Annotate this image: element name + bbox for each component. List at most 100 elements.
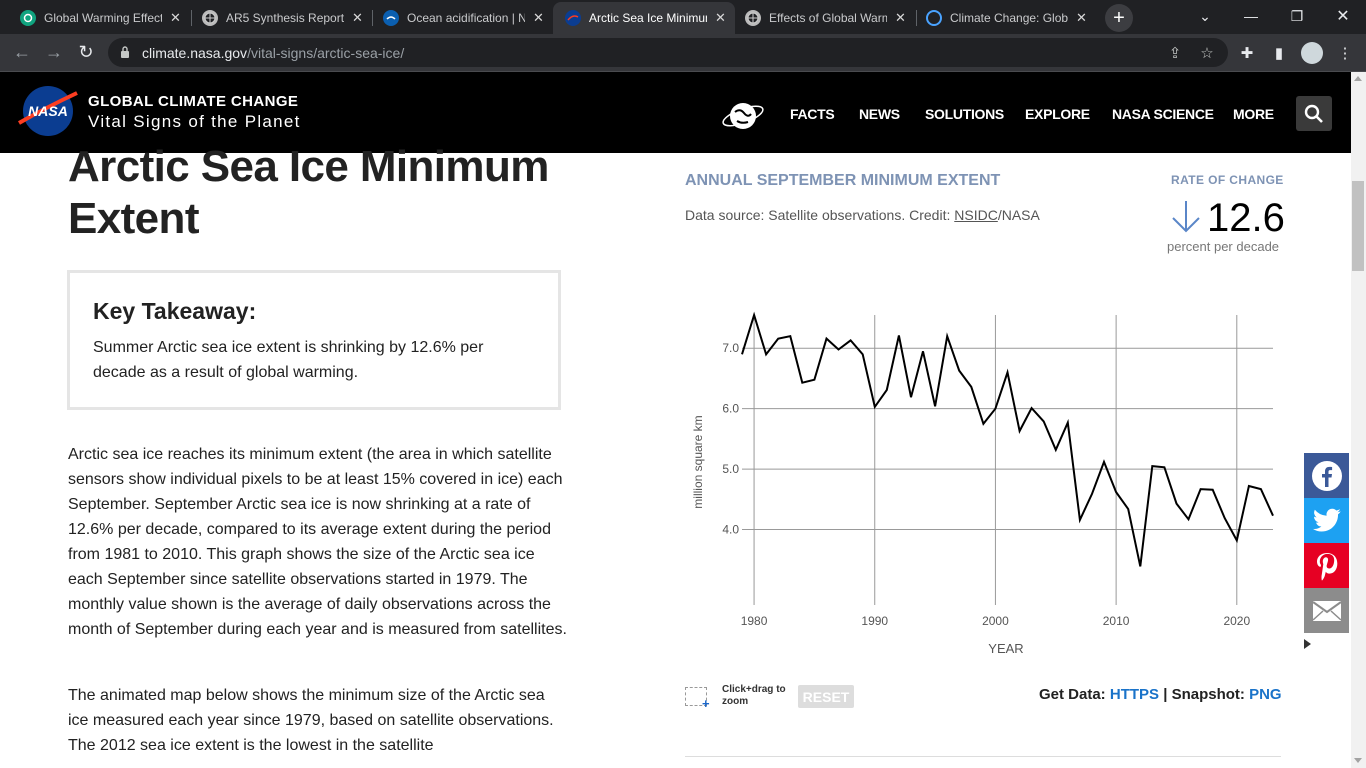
tab-title: Arctic Sea Ice Minimum — [589, 11, 707, 25]
bookmark-star-icon[interactable]: ☆ — [1198, 44, 1216, 62]
data-point — [1246, 483, 1252, 489]
scrollbar-thumb[interactable] — [1352, 181, 1364, 271]
zoom-hint: Click+drag to zoom — [722, 684, 786, 707]
data-point — [811, 377, 817, 383]
data-point — [944, 333, 950, 339]
data-point — [872, 404, 878, 410]
tab-title: Effects of Global Warm — [769, 11, 887, 25]
brand-title[interactable]: GLOBAL CLIMATE CHANGE — [88, 93, 298, 110]
restore-icon[interactable]: ❐ — [1274, 0, 1320, 32]
data-point — [848, 337, 854, 343]
data-point — [1186, 516, 1192, 522]
scroll-up-arrow-icon[interactable] — [1354, 76, 1362, 81]
back-arrow-icon[interactable]: ← — [10, 40, 34, 64]
tab-arctic-sea-ice-minimum[interactable]: Arctic Sea Ice Minimum ✕ — [553, 2, 735, 34]
data-point — [1173, 501, 1179, 507]
share-pinterest-button[interactable] — [1304, 543, 1349, 588]
chatgpt-icon — [20, 10, 36, 26]
data-point — [775, 336, 781, 342]
tab-close-icon[interactable]: ✕ — [533, 10, 544, 26]
address-bar[interactable]: climate.nasa.gov/vital-signs/arctic-sea-… — [108, 38, 1228, 67]
reset-zoom-button[interactable]: RESET — [798, 685, 854, 708]
tab-title: Ocean acidification | N — [407, 11, 525, 25]
snapshot-png-link[interactable]: PNG — [1249, 686, 1282, 703]
data-point — [1017, 428, 1023, 434]
x-tick-label: 1990 — [861, 614, 888, 628]
data-point — [751, 312, 757, 318]
page-scrollbar[interactable] — [1351, 72, 1366, 768]
tab-close-icon[interactable]: ✕ — [352, 10, 363, 26]
rate-of-change-label: RATE OF CHANGE — [1171, 173, 1284, 187]
url-path: /vital-signs/arctic-sea-ice/ — [247, 45, 405, 61]
x-tick-label: 1980 — [741, 614, 768, 628]
side-panel-icon[interactable]: ▮ — [1269, 43, 1289, 63]
brand-subtitle[interactable]: Vital Signs of the Planet — [88, 112, 301, 132]
site-search-button[interactable] — [1296, 96, 1332, 131]
tab-search-icon[interactable]: ⌄ — [1182, 0, 1228, 32]
get-data-https-link[interactable]: HTTPS — [1110, 686, 1159, 703]
scroll-down-arrow-icon[interactable] — [1354, 758, 1362, 763]
share-email-button[interactable] — [1304, 588, 1349, 633]
data-point — [1222, 515, 1228, 521]
tab-ocean-acidification[interactable]: Ocean acidification | N ✕ — [363, 2, 553, 34]
url-host: climate.nasa.gov — [142, 45, 248, 61]
noaa-icon — [383, 10, 399, 26]
tab-title: AR5 Synthesis Report — [226, 11, 344, 25]
nav-news[interactable]: NEWS — [859, 106, 900, 122]
share-facebook-button[interactable] — [1304, 453, 1349, 498]
data-point — [1005, 369, 1011, 375]
share-twitter-button[interactable] — [1304, 498, 1349, 543]
rate-of-change-unit: percent per decade — [1167, 239, 1280, 254]
sea-ice-extent-chart[interactable]: 1980 1990 2000 2010 2020 4.0 5.0 6.0 7.0 million… — [680, 290, 1300, 665]
tab-climate-change-global[interactable]: Climate Change: Globa ✕ — [906, 2, 1096, 34]
tab-ar5-synthesis-report[interactable]: AR5 Synthesis Report ✕ — [182, 2, 372, 34]
data-point — [1029, 405, 1035, 411]
data-point — [884, 387, 890, 393]
tab-title: Global Warming Effect — [44, 11, 162, 25]
x-tick-label: 2020 — [1223, 614, 1250, 628]
tab-effects-of-global-warming[interactable]: Effects of Global Warm ✕ — [725, 2, 915, 34]
new-tab-button[interactable]: + — [1105, 4, 1133, 32]
data-source-prefix: Data source: Satellite observations. Cre… — [685, 207, 955, 223]
profile-avatar[interactable] — [1301, 42, 1323, 64]
y-axis-label: million square km — [691, 415, 705, 508]
earth-globe-icon[interactable] — [720, 94, 766, 136]
browser-toolbar: ← → ↻ climate.nasa.gov/vital-signs/arcti… — [0, 34, 1366, 72]
data-point — [787, 333, 793, 339]
nsidc-link[interactable]: NSIDC — [954, 207, 998, 223]
page-title-line1: Arctic Sea Ice Minimum — [68, 142, 549, 191]
extensions-puzzle-icon[interactable]: ✚ — [1237, 43, 1257, 63]
close-window-icon[interactable]: ✕ — [1320, 0, 1366, 32]
data-point — [1065, 420, 1071, 426]
nav-solutions[interactable]: SOLUTIONS — [925, 106, 1004, 122]
tab-close-icon[interactable]: ✕ — [170, 10, 181, 26]
y-tick-label: 6.0 — [722, 402, 739, 416]
nav-explore[interactable]: EXPLORE — [1025, 106, 1090, 122]
data-point — [1161, 464, 1167, 470]
tab-global-warming-effect[interactable]: Global Warming Effect ✕ — [0, 2, 190, 34]
data-point — [908, 394, 914, 400]
forward-arrow-icon[interactable]: → — [42, 40, 66, 64]
browser-menu-icon[interactable]: ⋮ — [1335, 43, 1355, 63]
rate-of-change-value: 12.6 — [1207, 196, 1285, 240]
nav-more[interactable]: MORE — [1233, 106, 1274, 122]
nav-facts[interactable]: FACTS — [790, 106, 835, 122]
takeaway-text: Summer Arctic sea ice extent is shrinkin… — [93, 339, 484, 381]
series-line — [741, 311, 1274, 567]
nasa-logo[interactable]: NASA — [17, 85, 79, 137]
data-point — [1077, 517, 1083, 523]
data-point — [1149, 463, 1155, 469]
search-icon — [1304, 104, 1323, 123]
facebook-icon — [1311, 460, 1342, 491]
takeaway-heading: Key Takeaway: — [93, 298, 257, 324]
data-point — [1137, 563, 1143, 569]
data-point — [1101, 459, 1107, 465]
tab-close-icon[interactable]: ✕ — [1076, 10, 1087, 26]
share-page-icon[interactable]: ⇪ — [1166, 44, 1184, 62]
share-collapse-arrow-icon[interactable] — [1304, 639, 1311, 649]
nav-nasa-science[interactable]: NASA SCIENCE — [1112, 106, 1214, 122]
reload-icon[interactable]: ↻ — [74, 40, 98, 64]
x-axis-label: YEAR — [988, 641, 1023, 656]
tab-close-icon[interactable]: ✕ — [895, 10, 906, 26]
minimize-icon[interactable]: — — [1228, 0, 1274, 32]
